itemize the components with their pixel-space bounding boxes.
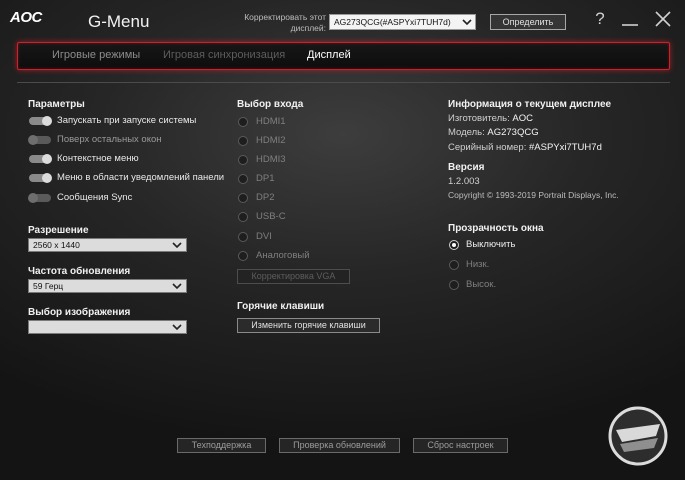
chevron-down-icon — [172, 283, 182, 290]
radio-dp1[interactable] — [238, 174, 248, 184]
transparency-low-label: Низк. — [466, 259, 490, 270]
radio-hdmi1[interactable] — [238, 117, 248, 127]
display-select-value: AG273QCG(#ASPYxi7TUH7d) — [334, 17, 451, 27]
aoc-logo: AOC — [10, 9, 42, 26]
watermark-logo-icon — [608, 406, 668, 466]
vga-adjust-button[interactable]: Корректировка VGA — [237, 269, 350, 284]
dp2-label: DP2 — [256, 192, 275, 203]
resolution-value: 2560 x 1440 — [33, 240, 80, 250]
toggle-tray-menu[interactable] — [29, 173, 52, 183]
input-title: Выбор входа — [237, 99, 304, 110]
serial-value: #ASPYxi7TUH7d — [528, 142, 602, 153]
help-icon[interactable]: ? — [590, 9, 610, 29]
version-title: Версия — [448, 162, 485, 173]
tray-menu-label: Меню в области уведомлений панели — [57, 172, 225, 183]
chevron-down-icon — [172, 324, 182, 331]
identify-button[interactable]: Определить — [490, 14, 566, 30]
radio-usb-c[interactable] — [238, 212, 248, 222]
context-menu-label: Контекстное меню — [57, 153, 139, 164]
model-row: Модель: AG273QCG — [448, 127, 539, 138]
dp1-label: DP1 — [256, 173, 275, 184]
display-select[interactable]: AG273QCG(#ASPYxi7TUH7d) — [329, 14, 476, 30]
refresh-value: 59 Герц — [33, 281, 64, 291]
hotkeys-title: Горячие клавиши — [237, 301, 325, 312]
radio-hdmi3[interactable] — [238, 155, 248, 165]
divider — [17, 82, 670, 83]
serial-label: Серийный номер: — [448, 142, 527, 153]
app-title: G-Menu — [88, 12, 150, 31]
change-hotkeys-button[interactable]: Изменить горячие клавиши — [237, 318, 380, 333]
support-button[interactable]: Техподдержка — [177, 438, 266, 453]
radio-dvi[interactable] — [238, 232, 248, 242]
usb-c-label: USB-C — [256, 211, 286, 222]
always-on-top-label: Поверх остальных окон — [57, 134, 162, 145]
refresh-select[interactable]: 59 Герц — [28, 279, 187, 293]
image-title: Выбор изображения — [28, 307, 131, 318]
radio-dp2[interactable] — [238, 193, 248, 203]
hdmi3-label: HDMI3 — [256, 154, 286, 165]
toggle-autostart[interactable] — [29, 116, 52, 126]
minimize-icon[interactable] — [620, 9, 640, 29]
info-title: Информация о текущем дисплее — [448, 99, 612, 110]
serial-row: Серийный номер: #ASPYxi7TUH7d — [448, 142, 602, 153]
close-icon[interactable] — [653, 9, 673, 29]
dvi-label: DVI — [256, 231, 272, 242]
hdmi1-label: HDMI1 — [256, 116, 286, 127]
refresh-title: Частота обновления — [28, 266, 131, 277]
radio-analog[interactable] — [238, 251, 248, 261]
radio-hdmi2[interactable] — [238, 136, 248, 146]
version-value: 1.2.003 — [448, 176, 480, 187]
tab-display[interactable]: Дисплей — [307, 49, 351, 61]
radio-transparency-high[interactable] — [449, 280, 459, 290]
sync-messages-label: Сообщения Sync — [57, 192, 133, 203]
radio-transparency-off[interactable] — [449, 240, 459, 250]
image-select[interactable] — [28, 320, 187, 334]
params-title: Параметры — [28, 99, 85, 110]
manufacturer-label: Изготовитель: — [448, 113, 510, 124]
model-label: Модель: — [448, 127, 485, 138]
analog-label: Аналоговый — [256, 250, 310, 261]
model-value: AG273QCG — [487, 127, 539, 138]
chevron-down-icon — [172, 242, 182, 249]
toggle-always-on-top[interactable] — [28, 135, 51, 145]
title-bar: AOC G-Menu Корректировать этот дисплей: … — [0, 0, 685, 40]
autostart-label: Запускать при запуске системы — [57, 115, 197, 126]
transparency-off-label: Выключить — [466, 239, 516, 250]
hdmi2-label: HDMI2 — [256, 135, 286, 146]
reset-settings-button[interactable]: Сброс настроек — [413, 438, 508, 453]
toggle-sync-messages[interactable] — [28, 193, 51, 203]
resolution-select[interactable]: 2560 x 1440 — [28, 238, 187, 252]
check-updates-button[interactable]: Проверка обновлений — [279, 438, 400, 453]
radio-transparency-low[interactable] — [449, 260, 459, 270]
manufacturer-value: AOC — [512, 113, 533, 124]
manufacturer-row: Изготовитель: AOC — [448, 113, 533, 124]
tab-game-sync[interactable]: Игровая синхронизация — [163, 49, 285, 61]
g-menu-window: AOC G-Menu Корректировать этот дисплей: … — [0, 0, 685, 480]
toggle-context-menu[interactable] — [29, 154, 52, 164]
copyright-text: Copyright © 1993-2019 Portrait Displays,… — [448, 190, 619, 200]
transparency-title: Прозрачность окна — [448, 223, 544, 234]
chevron-down-icon — [462, 19, 472, 26]
adjust-display-label: Корректировать этот дисплей: — [244, 12, 326, 33]
transparency-high-label: Высок. — [466, 279, 497, 290]
tab-game-modes[interactable]: Игровые режимы — [52, 49, 140, 61]
resolution-title: Разрешение — [28, 225, 89, 236]
tab-bar: Игровые режимы Игровая синхронизация Дис… — [17, 42, 670, 70]
